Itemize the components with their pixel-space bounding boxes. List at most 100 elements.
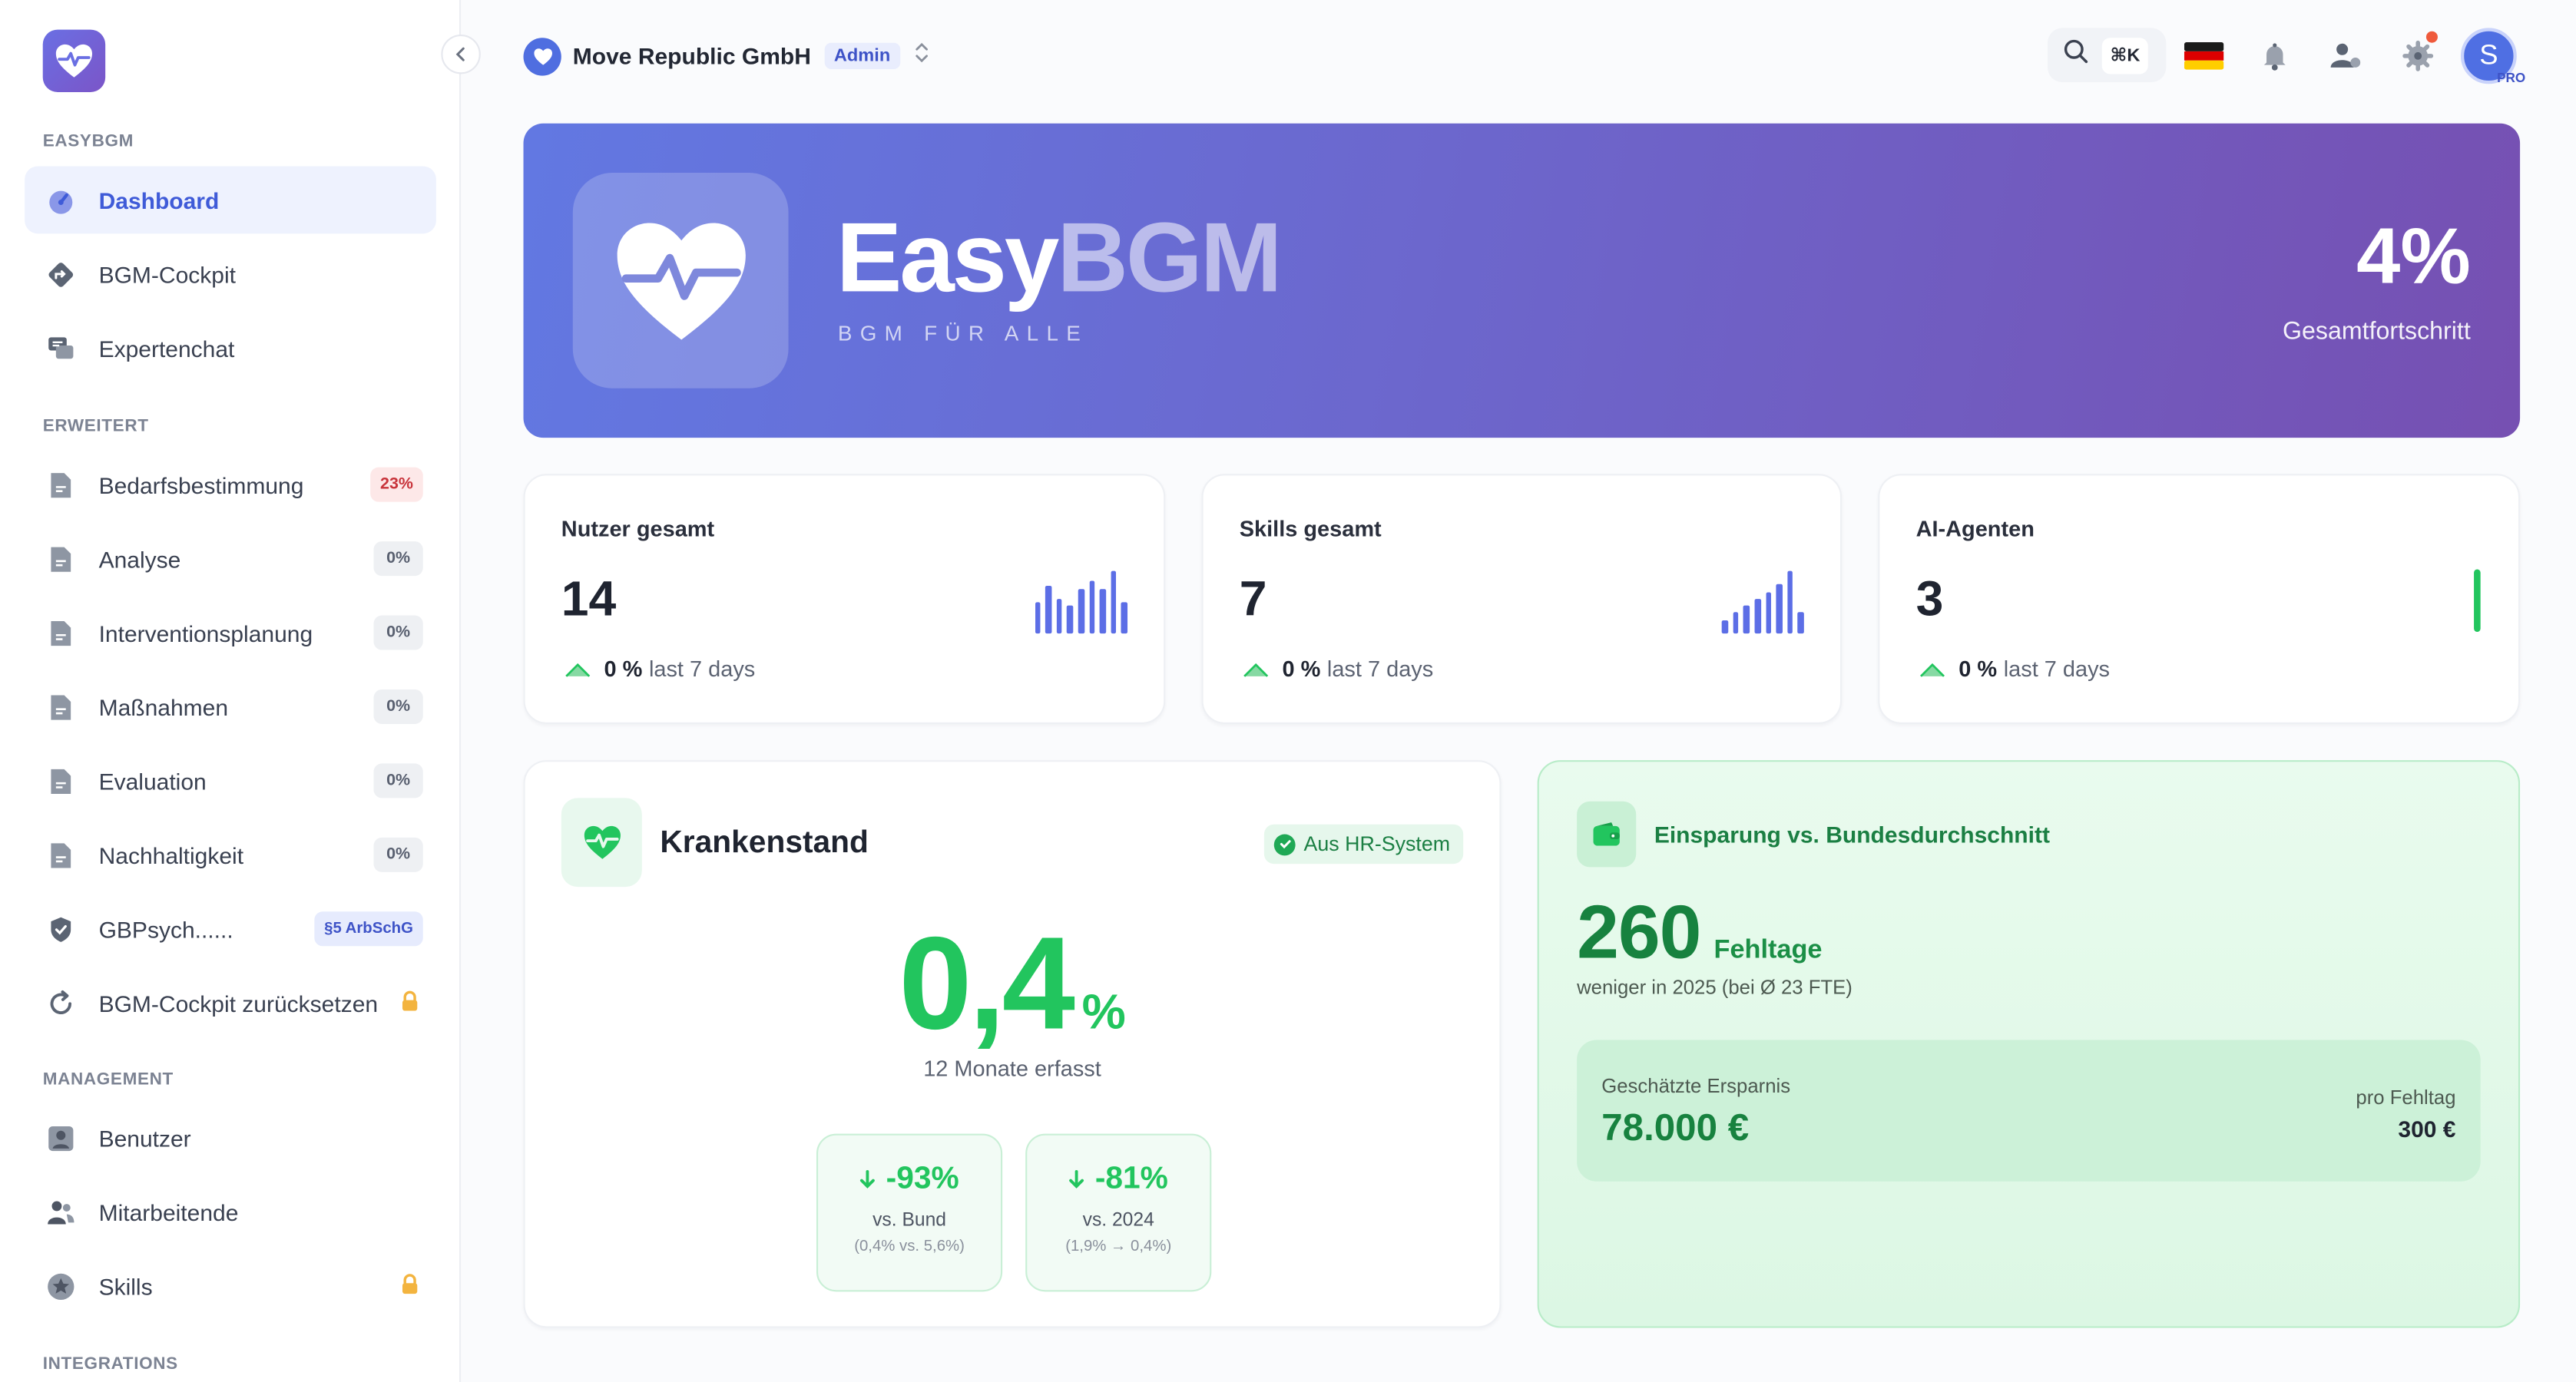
trend-value: 0 %: [1282, 656, 1321, 682]
saved-days: 260 Fehltage: [1577, 887, 1822, 976]
card-title: Krankenstand: [660, 825, 869, 861]
stat-title: Nutzer gesamt: [561, 516, 715, 542]
users-icon: [45, 1195, 78, 1228]
document-icon: [45, 690, 78, 723]
sidebar-item-label: Mitarbeitende: [98, 1199, 239, 1225]
document-icon: [45, 617, 78, 650]
chevron-left-icon: [455, 47, 465, 61]
trend-label: last 7 days: [2003, 656, 2111, 682]
app-logo[interactable]: [42, 29, 106, 93]
chat-icon: [45, 332, 78, 365]
trend-label: last 7 days: [648, 656, 756, 682]
sidebar-item-label: BGM-Cockpit: [98, 260, 236, 287]
trend-value: 0 %: [604, 656, 643, 682]
heart-icon: [533, 48, 551, 64]
settings-button[interactable]: [2398, 31, 2438, 75]
arrow-down-icon: [860, 1169, 876, 1189]
user-management-button[interactable]: [2326, 36, 2365, 75]
sidebar-item-bgm-cockpit[interactable]: BGM-Cockpit: [25, 240, 436, 308]
sidebar-item-label: Benutzer: [98, 1124, 191, 1152]
saved-days-value: 260: [1577, 888, 1701, 974]
stat-trend: 0 % last 7 days: [1919, 656, 2110, 681]
cost-per-day-label: pro Fehltag: [2356, 1086, 2456, 1109]
sidebar-item-label: BGM-Cockpit zurücksetzen: [98, 990, 379, 1017]
sparkline-bar: [1111, 570, 1117, 634]
stat-card-skills: Skills gesamt 7 0 % last 7 days: [1201, 474, 1843, 724]
sidebar-item-massnahmen[interactable]: Maßnahmen 0%: [25, 673, 436, 741]
wallet-icon: [1593, 822, 1620, 846]
sparkline-bar: [1798, 612, 1804, 634]
sidebar-item-bedarfsbestimmung[interactable]: Bedarfsbestimmung 23%: [25, 451, 436, 518]
sidebar-item-label: Interventionsplanung: [98, 619, 313, 646]
language-switcher[interactable]: [2184, 36, 2224, 75]
sparkline-bar: [1078, 589, 1084, 634]
sidebar-item-label: Dashboard: [98, 187, 220, 213]
stat-value: 3: [1915, 572, 1944, 627]
comparison-box-previous-year: -81% vs. 2024 (1,9% → 0,4%): [1025, 1133, 1212, 1292]
saved-days-unit: Fehltage: [1713, 936, 1823, 964]
organization-switcher[interactable]: Move Republic GmbH Admin: [523, 36, 930, 75]
search-button[interactable]: ⌘K: [2048, 28, 2167, 83]
organization-name: Move Republic GmbH: [572, 42, 811, 70]
sidebar-item-label: Analyse: [98, 545, 181, 572]
sidebar-item-gbpsych[interactable]: GBPsych...... §5 ArbSchG: [25, 895, 436, 963]
sparkline-bar: [1100, 589, 1106, 634]
sidebar-item-dashboard[interactable]: Dashboard: [25, 166, 436, 234]
stat-value: 7: [1239, 572, 1267, 627]
sick-leave-card: Krankenstand Aus HR-System 0,4% 12 Monat…: [523, 760, 1502, 1328]
sidebar-item-expertenchat[interactable]: Expertenchat: [25, 314, 436, 382]
sidebar-item-analyse[interactable]: Analyse 0%: [25, 525, 436, 593]
heart-pulse-icon: [583, 825, 620, 859]
sidebar-collapse-button[interactable]: [441, 35, 481, 74]
sparkline-bar: [1067, 605, 1074, 634]
progress-badge: 0%: [373, 689, 423, 724]
sidebar-item-label: Nachhaltigkeit: [98, 841, 244, 868]
section-title-management: MANAGEMENT: [42, 1070, 174, 1089]
estimated-savings-panel: Geschätzte Ersparnis 78.000 € pro Fehlta…: [1577, 1040, 2481, 1182]
overall-progress-value: 4%: [2356, 213, 2471, 302]
search-icon: [2062, 38, 2088, 72]
hero-title-part2: BGM: [1057, 202, 1283, 313]
hero-logo: [572, 173, 789, 388]
shield-check-icon: [45, 912, 78, 945]
gauge-icon: [45, 183, 78, 217]
sidebar-item-evaluation[interactable]: Evaluation 0%: [25, 747, 436, 815]
progress-badge: 0%: [373, 837, 423, 872]
source-badge: Aus HR-System: [1264, 824, 1464, 865]
star-icon: [45, 1269, 78, 1302]
notifications-button[interactable]: [2255, 36, 2294, 75]
source-badge-label: Aus HR-System: [1303, 832, 1451, 856]
sidebar-item-interventionsplanung[interactable]: Interventionsplanung 0%: [25, 599, 436, 666]
sidebar-item-nachhaltigkeit[interactable]: Nachhaltigkeit 0%: [25, 821, 436, 888]
sparkline-bar: [1776, 584, 1783, 634]
hero-title: EasyBGM: [836, 200, 1283, 316]
sick-leave-icon-wrapper: [561, 798, 642, 888]
sparkline-bar: [1035, 602, 1041, 634]
activity-indicator: [2474, 569, 2481, 632]
hero-subtitle: BGM FÜR ALLE: [837, 320, 1089, 346]
progress-badge: 23%: [370, 467, 423, 502]
comparison-label: vs. 2024: [1082, 1211, 1154, 1232]
reset-icon: [45, 987, 78, 1020]
sidebar-item-label: GBPsych......: [98, 915, 233, 942]
sidebar-item-benutzer[interactable]: Benutzer: [25, 1104, 436, 1172]
hero-title-part1: Easy: [836, 202, 1060, 313]
gear-icon: [2402, 40, 2434, 71]
document-icon: [45, 838, 78, 871]
sidebar-item-skills[interactable]: Skills: [25, 1252, 436, 1320]
stat-trend: 0 % last 7 days: [565, 656, 755, 681]
sidebar-item-label: Evaluation: [98, 767, 207, 795]
heart-pulse-icon: [55, 44, 93, 78]
sparkline-bar: [1733, 612, 1740, 634]
comparison-box-national: -93% vs. Bund (0,4% vs. 5,6%): [816, 1133, 1003, 1292]
comparison-percentage: -81%: [1094, 1162, 1168, 1197]
keyboard-shortcut: ⌘K: [2101, 37, 2149, 74]
sidebar-item-bgm-cockpit-reset[interactable]: BGM-Cockpit zurücksetzen: [25, 969, 436, 1036]
wallet-icon-wrapper: [1577, 801, 1637, 868]
estimated-savings-label: Geschätzte Ersparnis: [1601, 1074, 1791, 1098]
comparison-value: -81%: [1027, 1162, 1210, 1198]
sidebar-item-mitarbeitende[interactable]: Mitarbeitende: [25, 1178, 436, 1245]
section-title-integrations: INTEGRATIONS: [42, 1354, 178, 1374]
check-circle-icon: [1273, 833, 1296, 855]
sparkline-bar: [1056, 599, 1063, 634]
